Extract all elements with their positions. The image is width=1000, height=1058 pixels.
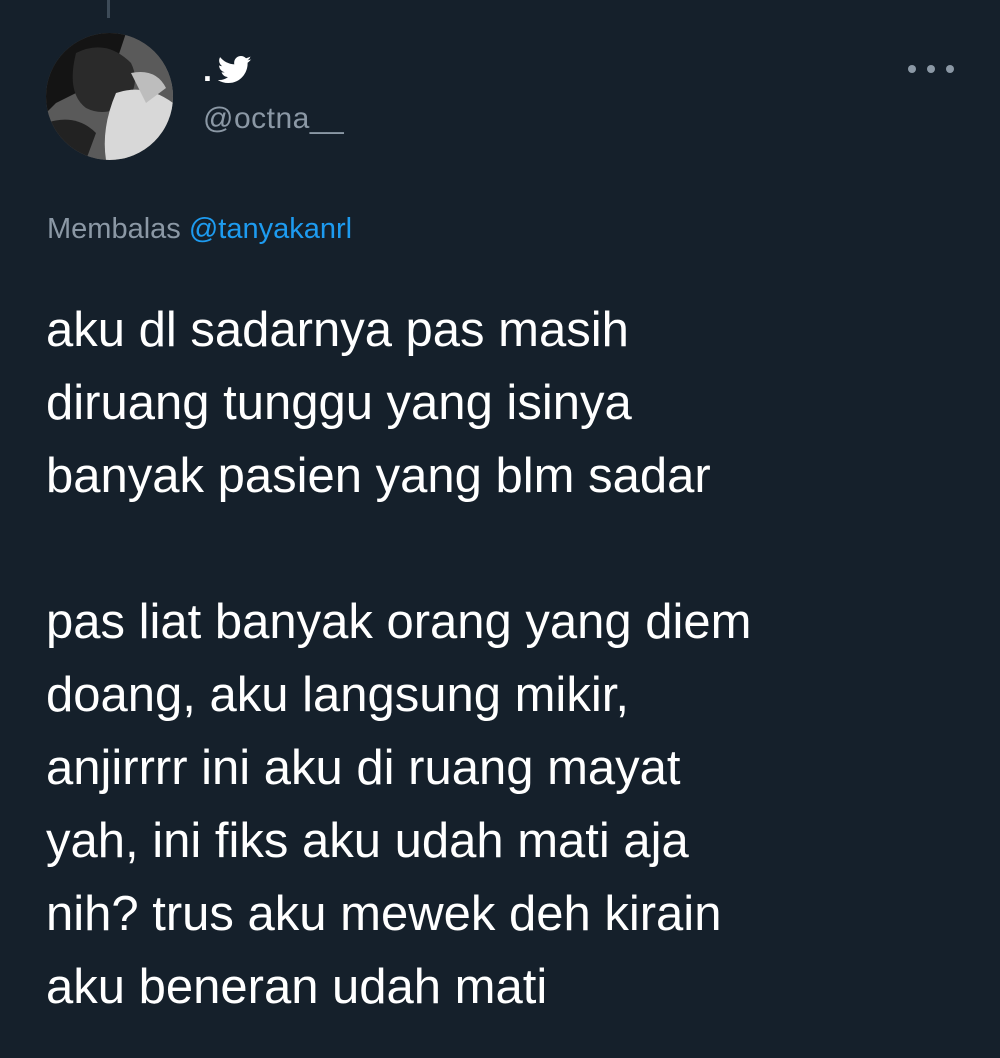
more-options-button[interactable] — [908, 52, 954, 86]
display-name-row[interactable]: . — [203, 52, 252, 88]
more-options-icon — [908, 65, 916, 73]
tweet-paragraph: pas liat banyak orang yang diem doang, a… — [46, 586, 966, 1024]
display-name: . — [203, 51, 212, 88]
tweet-line: aku beneran udah mati — [46, 960, 548, 1014]
tweet-line: anjirrrr ini aku di ruang mayat — [46, 741, 681, 795]
user-handle[interactable]: @octna__ — [203, 102, 344, 136]
tweet-line: doang, aku langsung mikir, — [46, 668, 629, 722]
more-options-icon-dot — [927, 65, 935, 73]
reply-prefix: Membalas — [47, 213, 181, 245]
avatar[interactable] — [46, 33, 173, 160]
thread-connector-line — [107, 0, 110, 18]
avatar-photo-icon — [46, 33, 173, 160]
tweet-paragraph: aku dl sadarnya pas masih diruang tunggu… — [46, 294, 966, 513]
twitter-bird-icon — [217, 55, 252, 85]
tweet-line: yah, ini fiks aku udah mati aja — [46, 814, 689, 868]
tweet-line: pas liat banyak orang yang diem — [46, 595, 752, 649]
tweet-line: aku dl sadarnya pas masih — [46, 303, 629, 357]
more-options-icon-dot — [946, 65, 954, 73]
tweet-line: banyak pasien yang blm sadar — [46, 449, 711, 503]
reply-context: Membalas @tanyakanrl — [47, 213, 352, 246]
reply-mention-link[interactable]: @tanyakanrl — [189, 213, 352, 245]
tweet-line: diruang tunggu yang isinya — [46, 376, 632, 430]
tweet-line: nih? trus aku mewek deh kirain — [46, 887, 722, 941]
tweet-text: aku dl sadarnya pas masih diruang tunggu… — [46, 294, 966, 1024]
